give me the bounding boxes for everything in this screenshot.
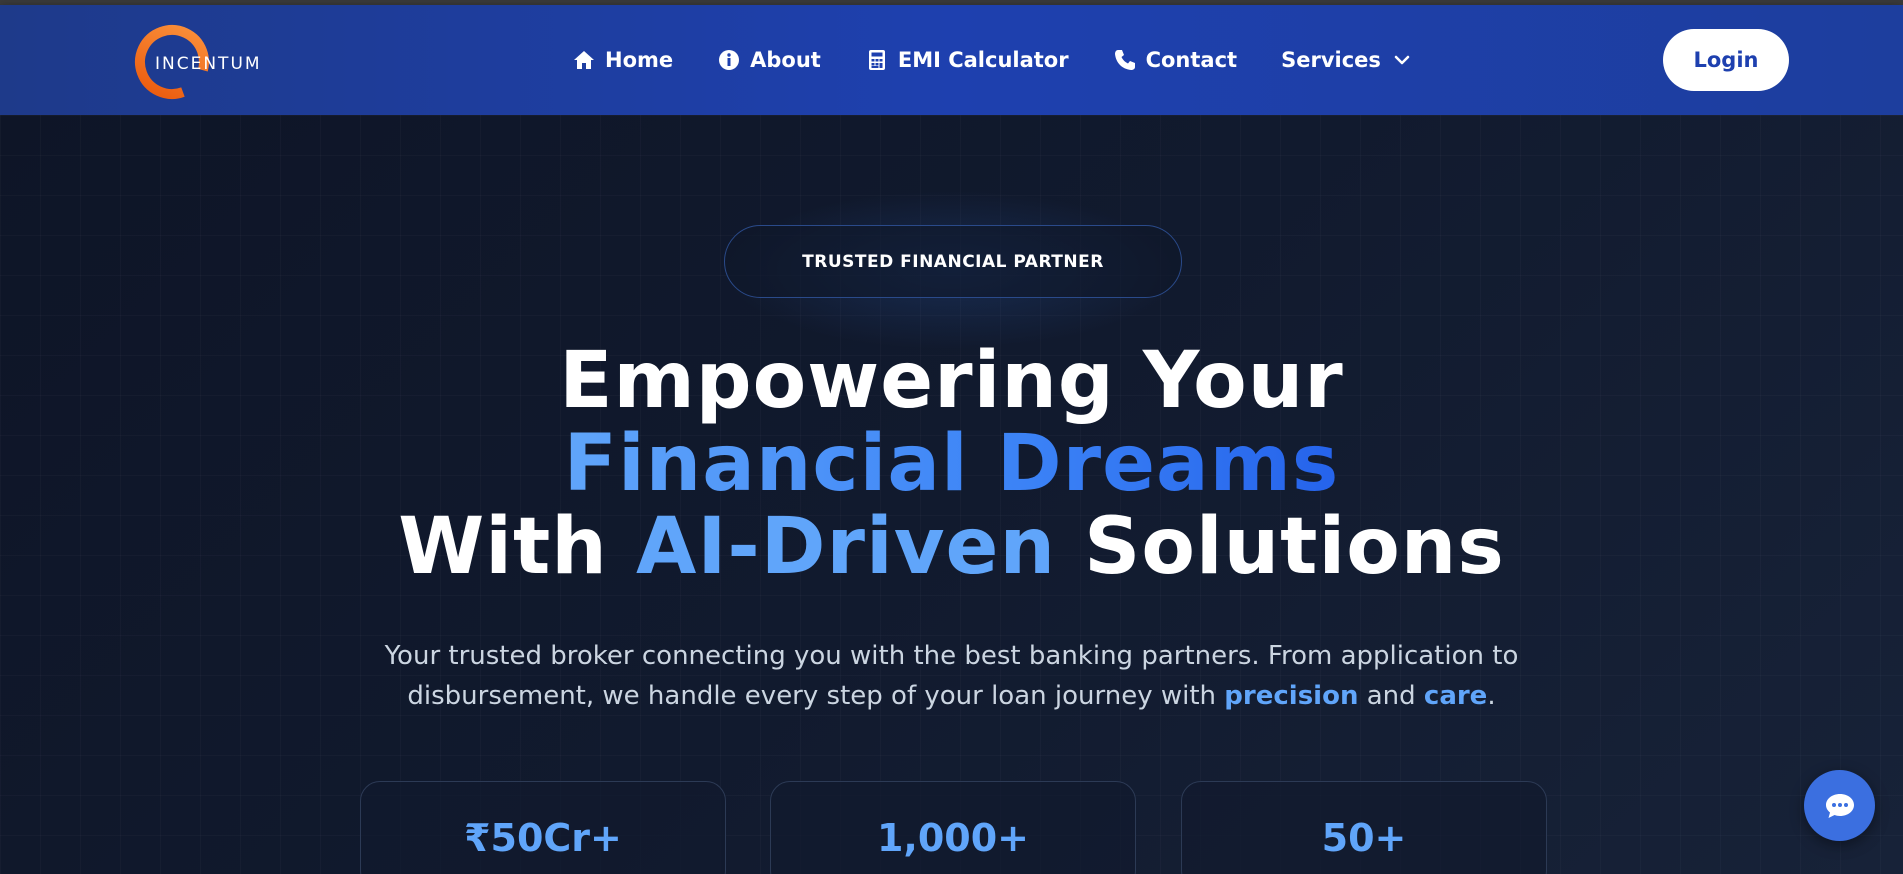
logo-text: INCENTUM bbox=[155, 54, 262, 74]
hero-badge: TRUSTED FINANCIAL PARTNER bbox=[724, 225, 1182, 298]
headline-highlight-ai-driven: AI-Driven bbox=[636, 502, 1056, 592]
chevron-down-icon bbox=[1390, 48, 1414, 72]
home-icon bbox=[572, 48, 596, 72]
logo[interactable]: INCENTUM bbox=[132, 22, 282, 102]
calculator-icon bbox=[865, 48, 889, 72]
phone-icon bbox=[1113, 48, 1137, 72]
headline-line-1: Empowering Your bbox=[559, 336, 1344, 426]
stat-card-loans: ₹50Cr+ bbox=[360, 781, 726, 874]
nav-emi-calculator[interactable]: EMI Calculator bbox=[865, 48, 1069, 72]
hero-description: Your trusted broker connecting you with … bbox=[360, 636, 1543, 716]
nav-emi-calculator-label: EMI Calculator bbox=[897, 48, 1069, 72]
description-highlight-precision: precision bbox=[1224, 681, 1359, 711]
login-button[interactable]: Login bbox=[1663, 29, 1789, 91]
stat-card-customers: 1,000+ bbox=[770, 781, 1136, 874]
headline-solutions: Solutions bbox=[1056, 502, 1505, 592]
navbar: INCENTUM Home About EMI Calculator Conta… bbox=[0, 5, 1903, 115]
chat-bubble-icon bbox=[1825, 793, 1854, 818]
nav-home-label: Home bbox=[605, 48, 674, 72]
headline-line-2: Financial Dreams bbox=[0, 423, 1903, 506]
nav-about[interactable]: About bbox=[717, 48, 821, 72]
stat-card-partners: 50+ bbox=[1181, 781, 1547, 874]
headline-line-3: With AI-Driven Solutions bbox=[0, 506, 1903, 589]
nav-services-label: Services bbox=[1281, 48, 1381, 72]
main-nav: Home About EMI Calculator Contact Servic… bbox=[572, 5, 1414, 115]
nav-about-label: About bbox=[750, 48, 821, 72]
stat-value: 50+ bbox=[1321, 816, 1407, 860]
headline-with: With bbox=[398, 502, 636, 592]
headline-highlight-financial-dreams: Financial Dreams bbox=[563, 419, 1340, 509]
nav-home[interactable]: Home bbox=[572, 48, 673, 72]
description-highlight-care: care bbox=[1423, 681, 1488, 711]
description-text-3: . bbox=[1487, 681, 1496, 711]
info-icon bbox=[717, 48, 741, 72]
stat-value: 1,000+ bbox=[876, 816, 1030, 860]
description-text-2: and bbox=[1358, 681, 1424, 711]
stat-value: ₹50Cr+ bbox=[464, 816, 622, 860]
nav-contact[interactable]: Contact bbox=[1113, 48, 1238, 72]
nav-contact-label: Contact bbox=[1145, 48, 1238, 72]
chat-button[interactable] bbox=[1804, 770, 1875, 841]
nav-services[interactable]: Services bbox=[1281, 48, 1414, 72]
hero-headline: Empowering Your Financial Dreams With AI… bbox=[0, 340, 1903, 589]
